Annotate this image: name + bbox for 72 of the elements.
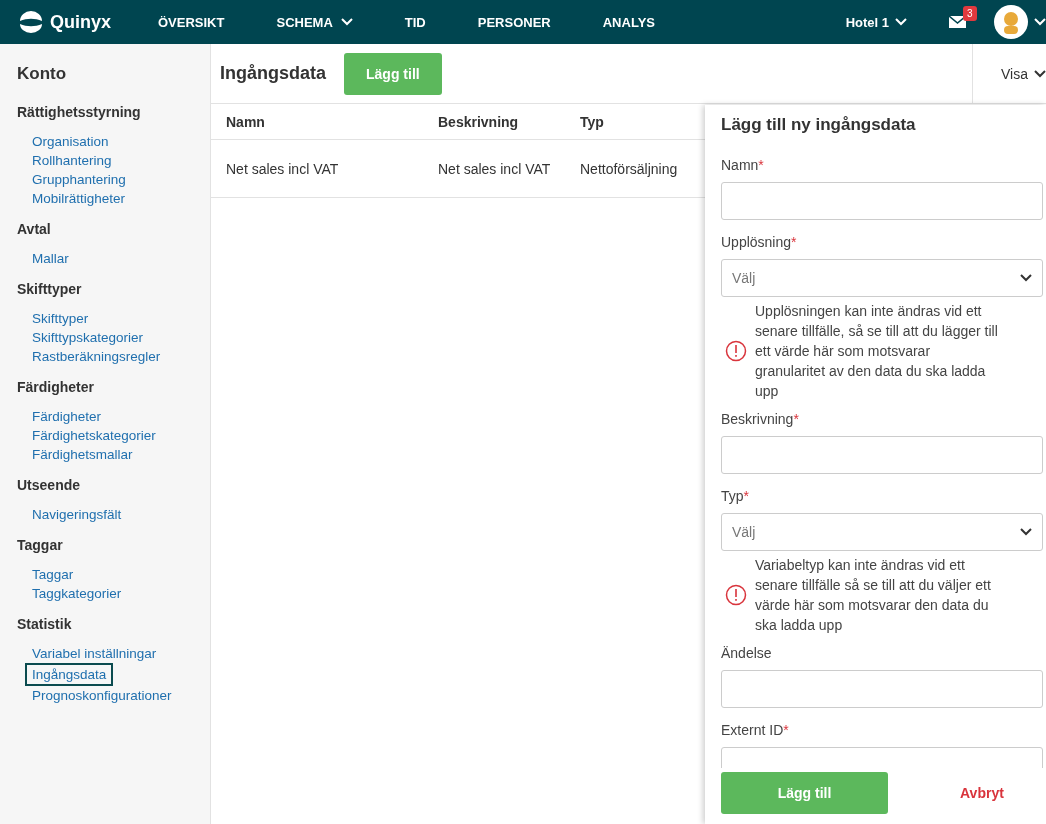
panel-title: Lägg till ny ingångsdata xyxy=(721,115,917,135)
chevron-down-icon xyxy=(340,18,353,26)
required-mark: * xyxy=(743,488,750,504)
hint-text: Upplösningen kan inte ändras vid ett senare tillfälle, så se till att du lägger till ett värde här som motsvarar granularitet av den data du ska ladda upp xyxy=(755,302,999,401)
field-label: Beskrivning* xyxy=(721,411,800,427)
select-field[interactable]: Välj xyxy=(721,259,1043,297)
sidebar-link[interactable]: Grupphantering xyxy=(32,170,126,189)
input-field[interactable] xyxy=(721,182,1043,220)
sidebar-group-title: Taggar xyxy=(17,537,64,553)
nav-item[interactable]: SCHEMA xyxy=(276,14,353,30)
table-cell: Net sales incl VAT xyxy=(423,140,565,198)
field-label: Upplösning* xyxy=(721,234,798,250)
sidebar-link[interactable]: Organisation xyxy=(32,132,109,151)
required-mark: * xyxy=(783,722,789,738)
unit-selector[interactable]: Hotel 1 xyxy=(845,14,907,30)
sidebar-link[interactable]: Färdighetskategorier xyxy=(32,426,156,445)
sidebar-link[interactable]: Taggkategorier xyxy=(32,584,122,603)
sidebar-group-title: Statistik xyxy=(17,616,73,632)
chevron-down-icon xyxy=(1020,528,1032,536)
person-silhouette-icon xyxy=(1001,10,1021,34)
chevron-down-icon xyxy=(895,18,907,26)
sidebar-link[interactable]: Skifttypskategorier xyxy=(32,328,144,347)
logo-icon xyxy=(18,11,44,33)
required-mark: * xyxy=(793,411,799,427)
nav-item[interactable]: ANALYS xyxy=(602,14,655,30)
page-title: Ingångsdata xyxy=(220,63,326,84)
logo-text: Quinyx xyxy=(50,11,111,33)
sidebar-link[interactable]: Rastberäkningsregler xyxy=(32,347,161,366)
sidebar-group-title: Rättighetsstyrning xyxy=(17,104,142,120)
warning-icon xyxy=(725,340,747,362)
select-field[interactable]: Välj xyxy=(721,513,1043,551)
notification-badge: 3 xyxy=(963,6,977,21)
nav-item[interactable]: TID xyxy=(404,14,426,30)
table-cell: Net sales incl VAT xyxy=(211,140,423,198)
sidebar-link[interactable]: Ingångsdata xyxy=(25,663,114,686)
nav-item[interactable]: ÖVERSIKT xyxy=(158,14,225,30)
nav-item[interactable]: PERSONER xyxy=(477,14,551,30)
required-mark: * xyxy=(791,234,797,250)
sidebar-group-title: Färdigheter xyxy=(17,379,95,395)
warning-icon xyxy=(725,584,747,606)
sidebar-group-title: Skifttyper xyxy=(17,281,83,297)
avatar[interactable] xyxy=(994,5,1028,39)
sidebar-link[interactable]: Skifttyper xyxy=(32,309,89,328)
sidebar-link[interactable]: Färdighetsmallar xyxy=(32,445,133,464)
sidebar-link[interactable]: Färdigheter xyxy=(32,407,102,426)
sidebar-link[interactable]: Mobilrättigheter xyxy=(32,189,126,208)
cancel-link[interactable]: Avbryt xyxy=(960,785,1004,801)
field-label: Ändelse xyxy=(721,645,773,661)
sidebar-group-title: Avtal xyxy=(17,221,52,237)
sidebar-title: Konto xyxy=(17,64,68,84)
hint-text: Variabeltyp kan inte ändras vid ett senare tillfälle så se till att du väljer ett värde här som motsvarar den data du ska ladda upp xyxy=(755,556,992,635)
input-field[interactable] xyxy=(721,670,1043,708)
sidebar-link[interactable]: Prognoskonfigurationer xyxy=(32,686,172,705)
sidebar-link[interactable]: Mallar xyxy=(32,249,69,268)
sidebar-link[interactable]: Rollhantering xyxy=(32,151,112,170)
chevron-down-icon xyxy=(1034,18,1046,26)
view-menu[interactable]: Visa xyxy=(972,43,1046,104)
chevron-down-icon xyxy=(1020,274,1032,282)
field-label: Namn* xyxy=(721,157,765,173)
sidebar-link[interactable]: Taggar xyxy=(32,565,74,584)
required-mark: * xyxy=(758,157,764,173)
field-label: Externt ID* xyxy=(721,722,790,738)
sidebar-group-title: Utseende xyxy=(17,477,82,493)
sidebar-link[interactable]: Variabel inställningar xyxy=(32,644,157,663)
envelope-icon xyxy=(949,16,966,28)
input-field[interactable] xyxy=(721,436,1043,474)
chevron-down-icon xyxy=(1034,69,1046,78)
column-header: Namn xyxy=(211,104,423,140)
field-label: Typ* xyxy=(721,488,751,504)
mail-button[interactable] xyxy=(949,16,966,28)
column-header: Beskrivning xyxy=(423,104,565,140)
sidebar-link[interactable]: Navigeringsfält xyxy=(32,505,122,524)
